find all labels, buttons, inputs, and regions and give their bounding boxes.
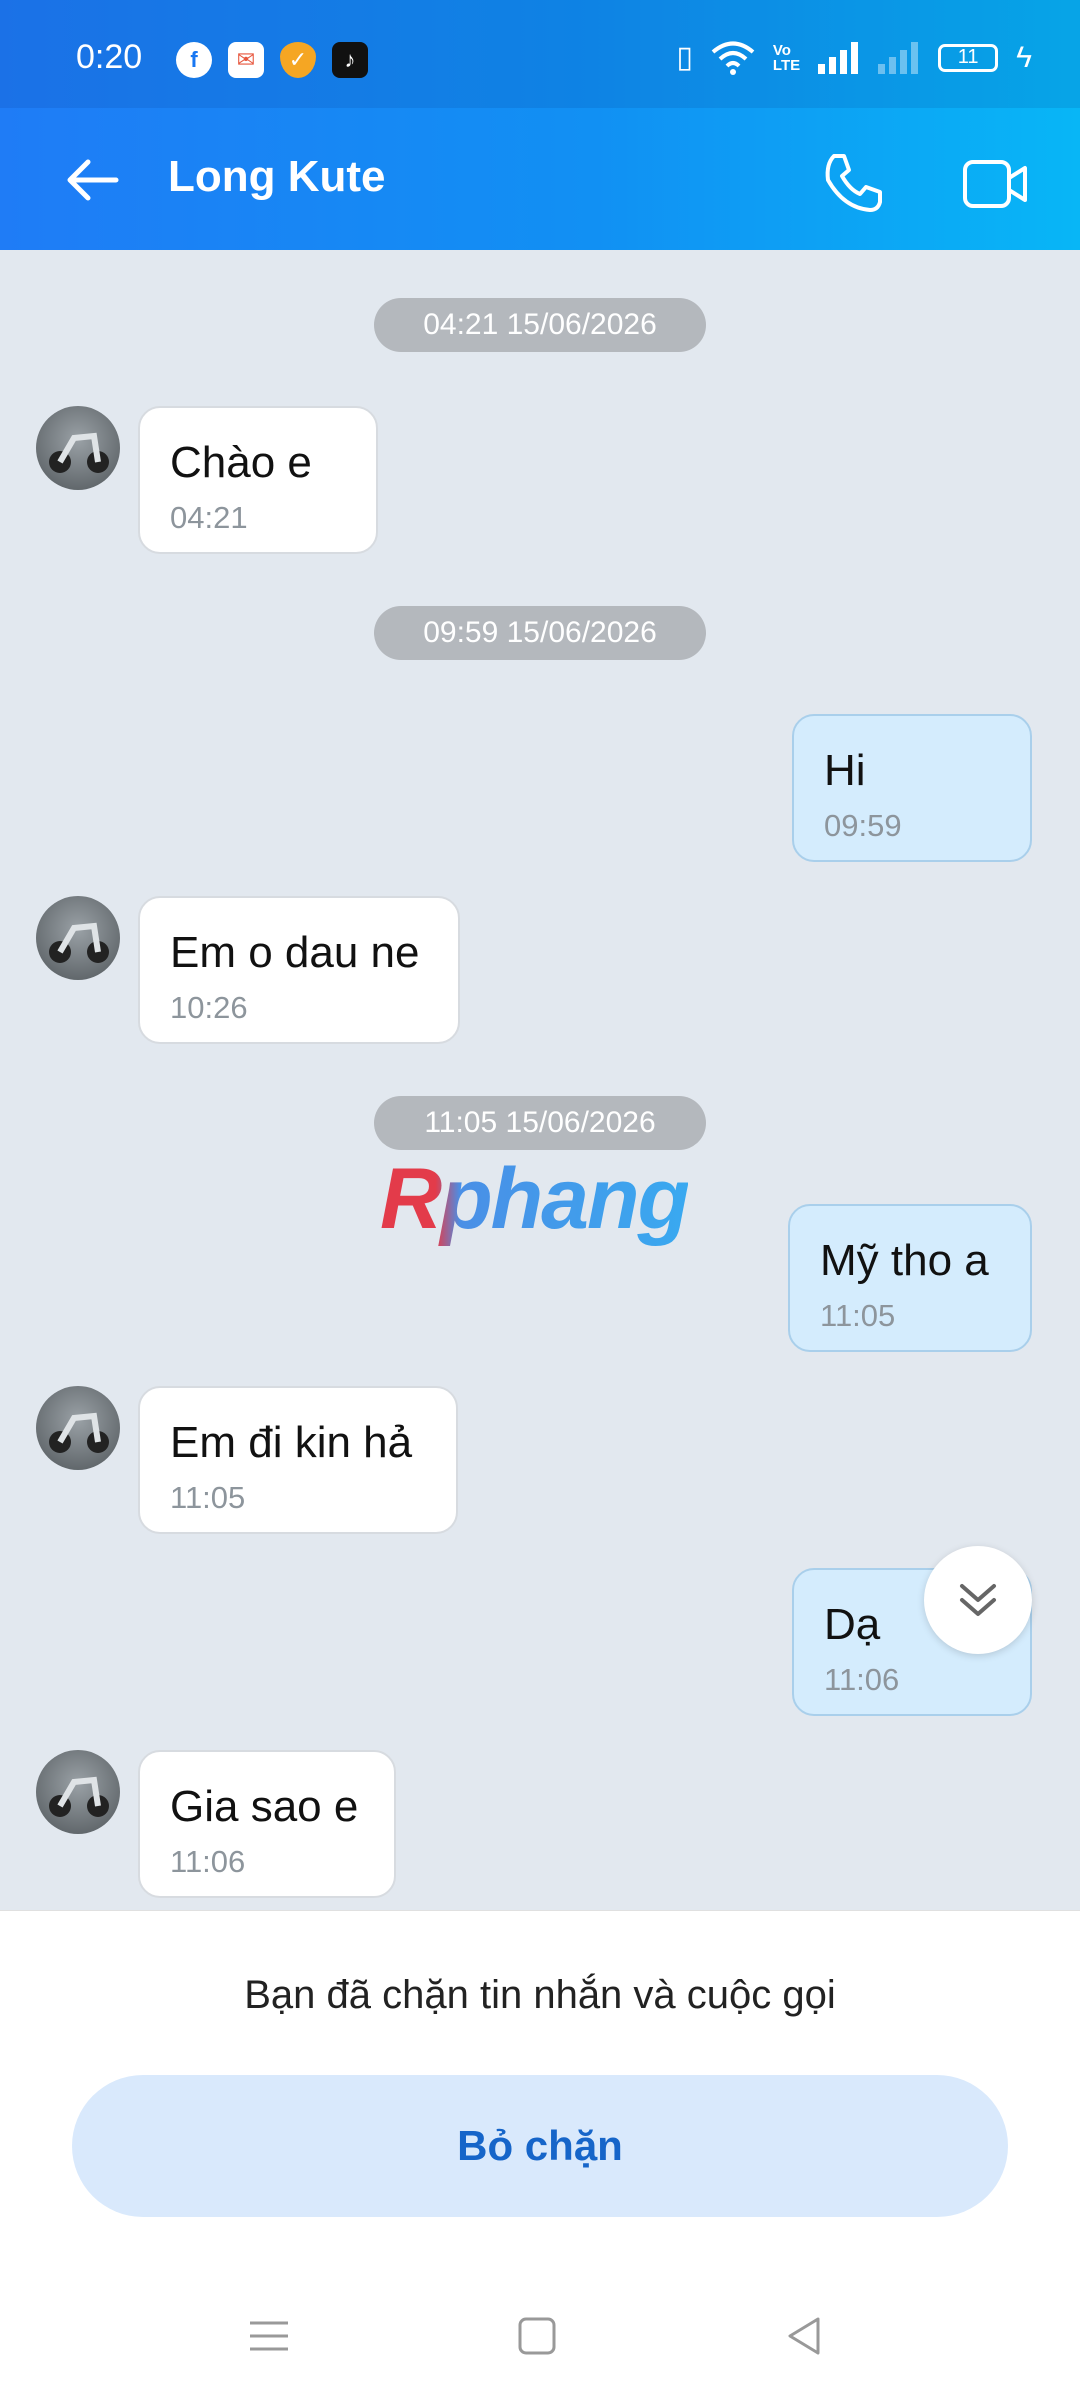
avatar[interactable] bbox=[36, 1386, 120, 1470]
date-separator: 11:05 15/06/2026 bbox=[374, 1096, 706, 1150]
message-bubble-incoming[interactable]: Gia sao e 11:06 bbox=[138, 1750, 396, 1898]
message-time: 11:06 bbox=[824, 1662, 900, 1697]
motorbike-avatar-icon bbox=[49, 432, 109, 473]
message-text: Em o dau ne bbox=[170, 928, 420, 977]
message-text: Em đi kin hả bbox=[170, 1418, 413, 1467]
watermark-logo: Rphang bbox=[380, 1151, 690, 1247]
chat-header: Long Kute bbox=[0, 108, 1080, 250]
message-time: 10:26 bbox=[170, 990, 248, 1025]
message-text: Chào e bbox=[170, 438, 312, 487]
message-bubble-incoming[interactable]: Chào e 04:21 bbox=[138, 406, 378, 554]
shield-app-icon: ✓ bbox=[280, 42, 316, 78]
blocked-notice: Bạn đã chặn tin nhắn và cuộc gọi bbox=[244, 1973, 836, 2017]
tiktok-icon: ♪ bbox=[332, 42, 368, 78]
avatar[interactable] bbox=[36, 1750, 120, 1834]
vibrate-icon: ▯ bbox=[676, 41, 693, 74]
home-nav-icon[interactable] bbox=[512, 2311, 562, 2361]
status-bar: 0:20 f ✉ ✓ ♪ ▯ Vo LTE 11 ϟ bbox=[0, 0, 1080, 108]
message-bubble-outgoing[interactable]: Mỹ tho a 11:05 bbox=[788, 1204, 1032, 1352]
wifi-icon bbox=[711, 41, 755, 75]
message-text: Gia sao e bbox=[170, 1782, 359, 1831]
battery-icon: 11 bbox=[938, 43, 999, 72]
motorbike-avatar-icon bbox=[49, 1412, 109, 1453]
scroll-to-bottom-button[interactable] bbox=[924, 1546, 1032, 1654]
avatar[interactable] bbox=[36, 896, 120, 980]
phone-call-icon[interactable] bbox=[820, 150, 886, 216]
avatar[interactable] bbox=[36, 406, 120, 490]
message-text: Hi bbox=[824, 746, 866, 795]
back-arrow-icon[interactable] bbox=[62, 152, 122, 208]
charging-icon: ϟ bbox=[1016, 40, 1032, 74]
message-bubble-outgoing[interactable]: Hi 09:59 bbox=[792, 714, 1032, 862]
video-call-icon[interactable] bbox=[962, 156, 1028, 212]
motorbike-avatar-icon bbox=[49, 1776, 109, 1817]
date-separator: 04:21 15/06/2026 bbox=[374, 298, 706, 352]
status-right: ▯ Vo LTE 11 ϟ bbox=[676, 40, 1032, 75]
message-time: 09:59 bbox=[824, 808, 902, 843]
signal-icon bbox=[818, 41, 859, 74]
message-time: 11:05 bbox=[170, 1480, 246, 1515]
blocked-footer: Bạn đã chặn tin nhắn và cuộc gọi Bỏ chặn bbox=[0, 1910, 1080, 2401]
facebook-icon: f bbox=[176, 42, 212, 78]
signal-off-icon bbox=[878, 41, 919, 74]
back-nav-icon[interactable] bbox=[780, 2311, 830, 2361]
top-bar: 0:20 f ✉ ✓ ♪ ▯ Vo LTE 11 ϟ Long Kute bbox=[0, 0, 1080, 250]
unblock-button[interactable]: Bỏ chặn bbox=[72, 2075, 1008, 2217]
message-bubble-incoming[interactable]: Em đi kin hả 11:05 bbox=[138, 1386, 458, 1534]
volte-icon: Vo LTE bbox=[772, 41, 801, 74]
contact-name[interactable]: Long Kute bbox=[168, 152, 386, 202]
message-text: Mỹ tho a bbox=[820, 1236, 989, 1285]
notification-icons: f ✉ ✓ ♪ bbox=[176, 42, 368, 78]
message-time: 11:06 bbox=[170, 1844, 246, 1879]
message-time: 04:21 bbox=[170, 500, 248, 535]
message-list[interactable]: 04:21 15/06/2026 Chào e 04:21 09:59 15/0… bbox=[0, 250, 1080, 1910]
menu-nav-icon[interactable] bbox=[244, 2311, 294, 2361]
date-separator: 09:59 15/06/2026 bbox=[374, 606, 706, 660]
double-chevron-down-icon bbox=[960, 1584, 996, 1616]
message-time: 11:05 bbox=[820, 1298, 896, 1333]
motorbike-avatar-icon bbox=[49, 922, 109, 963]
message-bubble-incoming[interactable]: Em o dau ne 10:26 bbox=[138, 896, 460, 1044]
status-time: 0:20 bbox=[76, 38, 143, 76]
mail-app-icon: ✉ bbox=[228, 42, 264, 78]
